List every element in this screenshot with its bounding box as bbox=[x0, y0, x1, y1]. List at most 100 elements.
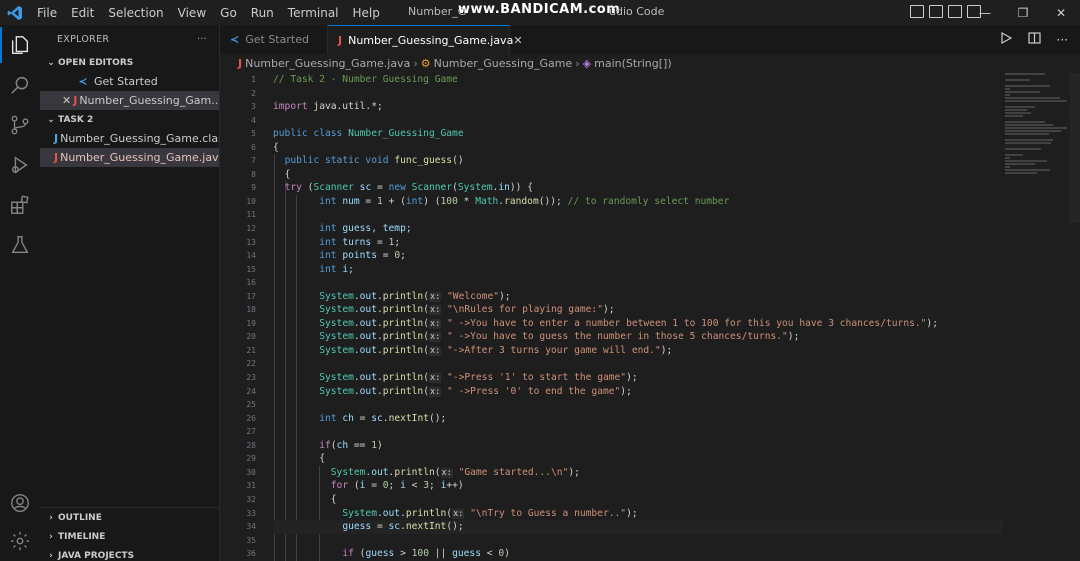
account-icon bbox=[11, 494, 29, 512]
close-window-button[interactable]: ✕ bbox=[1042, 0, 1080, 25]
explorer-sidebar: EXPLORER ··· ⌄ OPEN EDITORS ≺ Get Starte… bbox=[40, 25, 220, 561]
split-editor-button[interactable] bbox=[1027, 32, 1041, 47]
file-item-java[interactable]: J Number_Guessing_Game.java bbox=[40, 148, 219, 167]
file-item-class[interactable]: J Number_Guessing_Game.class bbox=[40, 129, 219, 148]
breadcrumb-method[interactable]: main(String[]) bbox=[594, 57, 671, 70]
line-number: 15 bbox=[246, 264, 256, 274]
search-icon bbox=[11, 76, 29, 94]
code-line-10: int num = 1 + (int) (100 * Math.random()… bbox=[319, 195, 730, 207]
menu-view[interactable]: View bbox=[171, 6, 213, 20]
menu-bar: File Edit Selection View Go Run Terminal… bbox=[30, 6, 387, 20]
run-button[interactable] bbox=[1000, 31, 1012, 47]
more-actions-button[interactable]: ··· bbox=[1057, 33, 1068, 47]
file-label: Number_Guessing_Game.java bbox=[60, 151, 219, 164]
timeline-label: TIMELINE bbox=[58, 531, 106, 542]
menu-run[interactable]: Run bbox=[244, 6, 281, 20]
line-number-gutter: 1 2 3 4 5 6 7 8 9 10 11 12 13 14 15 16 17 18 19 20 21 22 23 24 2… bbox=[220, 73, 256, 561]
tab-label: Number_Guessing_Game.java bbox=[348, 33, 514, 47]
open-editor-number-guessing[interactable]: ✕ J Number_Guessing_Gam... bbox=[40, 91, 219, 110]
minimap-line bbox=[1005, 94, 1010, 96]
editor-scrollbar[interactable] bbox=[1070, 73, 1080, 223]
task2-folder-section[interactable]: ⌄ TASK 2 bbox=[40, 110, 219, 129]
menu-help[interactable]: Help bbox=[346, 6, 387, 20]
line-number: 21 bbox=[246, 345, 256, 355]
line-number: 24 bbox=[246, 386, 256, 396]
close-tab-icon[interactable]: ✕ bbox=[513, 34, 522, 47]
minimap[interactable] bbox=[1005, 73, 1070, 183]
window-controls: — ❐ ✕ bbox=[966, 0, 1080, 25]
outline-section[interactable]: › OUTLINE bbox=[40, 508, 220, 527]
accounts-button[interactable] bbox=[0, 483, 40, 523]
manage-button[interactable] bbox=[0, 521, 40, 561]
explorer-more-button[interactable]: ··· bbox=[197, 34, 207, 45]
code-line-15: int i; bbox=[319, 263, 354, 275]
minimap-line bbox=[1005, 133, 1049, 135]
line-number: 3 bbox=[251, 102, 256, 112]
toggle-sidebar-icon[interactable] bbox=[910, 5, 924, 18]
open-editor-label: Number_Guessing_Gam... bbox=[79, 94, 219, 107]
java-file-icon: J bbox=[238, 57, 243, 70]
menu-file[interactable]: File bbox=[30, 6, 64, 20]
extensions-button[interactable] bbox=[0, 185, 40, 225]
java-projects-section[interactable]: › JAVA PROJECTS bbox=[40, 546, 220, 561]
explorer-button[interactable] bbox=[0, 25, 40, 65]
minimap-line bbox=[1005, 115, 1023, 117]
close-icon[interactable]: ✕ bbox=[62, 94, 71, 107]
line-number: 10 bbox=[246, 196, 256, 206]
line-number: 11 bbox=[246, 210, 256, 220]
code-line-3: import java.util.*; bbox=[273, 101, 383, 113]
open-editor-get-started[interactable]: ≺ Get Started bbox=[40, 72, 219, 91]
run-debug-button[interactable] bbox=[0, 145, 40, 185]
toggle-secondary-sidebar-icon[interactable] bbox=[948, 5, 962, 18]
minimap-line bbox=[1005, 130, 1061, 132]
search-button[interactable] bbox=[0, 65, 40, 105]
chevron-right-icon: › bbox=[575, 57, 580, 70]
flask-icon bbox=[11, 236, 29, 254]
code-line-18: System.out.println(x: "\nRules for playi… bbox=[319, 304, 615, 316]
minimap-line bbox=[1005, 172, 1037, 174]
code-line-14: int points = 0; bbox=[319, 250, 406, 262]
menu-selection[interactable]: Selection bbox=[101, 6, 170, 20]
code-line-1: // Task 2 - Number Guessing Game bbox=[273, 74, 458, 85]
open-editors-section[interactable]: ⌄ OPEN EDITORS bbox=[40, 53, 219, 72]
code-editor[interactable]: 1 2 3 4 5 6 7 8 9 10 11 12 13 14 15 16 17 18 19 20 21 22 23 24 2… bbox=[220, 73, 1080, 561]
toggle-panel-icon[interactable] bbox=[929, 5, 943, 18]
timeline-section[interactable]: › TIMELINE bbox=[40, 527, 220, 546]
code-line-29: { bbox=[319, 453, 325, 465]
line-number: 29 bbox=[246, 454, 256, 464]
line-number: 1 bbox=[251, 75, 256, 84]
code-line-21: System.out.println(x: "->After 3 turns y… bbox=[319, 344, 673, 356]
gear-icon bbox=[10, 531, 30, 551]
line-number: 25 bbox=[246, 400, 256, 410]
line-number: 23 bbox=[246, 373, 256, 383]
menu-terminal[interactable]: Terminal bbox=[281, 6, 346, 20]
tab-get-started[interactable]: ≺ Get Started bbox=[220, 25, 328, 54]
source-control-button[interactable] bbox=[0, 105, 40, 145]
minimap-line bbox=[1005, 91, 1040, 93]
code-line-34: guess = sc.nextInt(); bbox=[273, 520, 1003, 534]
line-number: 2 bbox=[251, 88, 256, 98]
line-number: 18 bbox=[246, 305, 256, 315]
breadcrumb-file[interactable]: Number_Guessing_Game.java bbox=[245, 57, 410, 70]
code-line-33: System.out.println(x: "\nTry to Guess a … bbox=[342, 507, 638, 519]
maximize-button[interactable]: ❐ bbox=[1004, 0, 1042, 25]
line-number: 32 bbox=[246, 494, 256, 504]
open-editors-label: OPEN EDITORS bbox=[58, 57, 134, 68]
code-line-24: System.out.println(x: " ->Press '0' to e… bbox=[319, 385, 632, 397]
tab-number-guessing-game[interactable]: J Number_Guessing_Game.java ✕ bbox=[328, 25, 523, 54]
breadcrumb-class[interactable]: Number_Guessing_Game bbox=[434, 57, 573, 70]
minimap-line bbox=[1005, 142, 1051, 144]
line-number: 30 bbox=[246, 467, 256, 477]
menu-go[interactable]: Go bbox=[213, 6, 244, 20]
minimap-line bbox=[1005, 85, 1050, 87]
testing-button[interactable] bbox=[0, 225, 40, 265]
minimize-button[interactable]: — bbox=[966, 0, 1004, 25]
code-content[interactable]: // Task 2 - Number Guessing Game import … bbox=[273, 73, 1003, 561]
explorer-title: EXPLORER bbox=[57, 33, 110, 45]
menu-edit[interactable]: Edit bbox=[64, 6, 101, 20]
code-line-26: int ch = sc.nextInt(); bbox=[319, 412, 447, 424]
